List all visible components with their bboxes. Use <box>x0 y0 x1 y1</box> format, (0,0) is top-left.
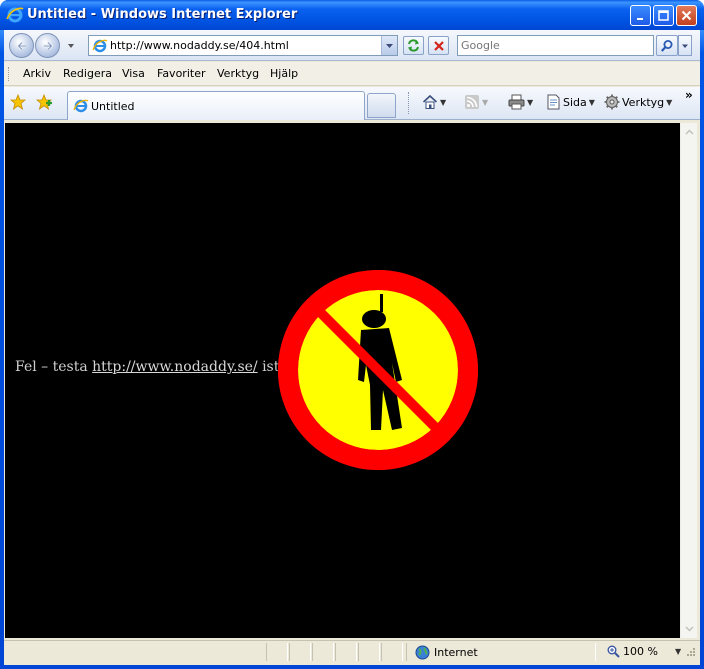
maximize-button[interactable] <box>653 5 674 26</box>
chevron-down-icon[interactable]: ▼ <box>589 98 595 107</box>
toolbar-overflow-button[interactable]: » <box>685 88 693 102</box>
page-icon <box>547 94 560 110</box>
page-menu-label: Sida <box>563 95 587 109</box>
search-input[interactable] <box>461 39 649 52</box>
zoom-level: 100 % <box>623 645 658 658</box>
chevron-down-icon[interactable]: ▼ <box>666 98 672 107</box>
chevron-down-icon <box>684 625 694 632</box>
printer-icon <box>508 94 525 110</box>
arrow-left-icon <box>16 41 26 50</box>
error-message: Fel – testa http://www.nodaddy.se/ istäl… <box>15 359 316 375</box>
menu-item-favoriter[interactable]: Favoriter <box>157 67 205 80</box>
tab-title: Untitled <box>91 100 135 113</box>
back-button[interactable] <box>9 33 34 58</box>
minimize-icon <box>637 18 643 20</box>
page-content: Fel – testa http://www.nodaddy.se/ istäl… <box>5 123 680 638</box>
arrow-right-icon <box>43 41 53 50</box>
close-button[interactable] <box>676 5 697 26</box>
resize-grip-icon[interactable] <box>684 647 696 659</box>
address-dropdown-button[interactable] <box>381 36 397 55</box>
no-hanging-sign-image <box>278 270 478 470</box>
search-icon <box>661 39 673 52</box>
browser-window: Untitled - Windows Internet Explorer htt… <box>0 0 704 669</box>
refresh-button[interactable] <box>403 36 424 55</box>
globe-icon <box>415 645 430 660</box>
home-icon <box>422 94 438 109</box>
address-field[interactable] <box>88 35 398 56</box>
menu-item-hjalp[interactable]: Hjälp <box>270 67 298 80</box>
menu-item-verktyg[interactable]: Verktyg <box>217 67 259 80</box>
status-bar: Internet 100 % ▼ <box>4 640 700 662</box>
favorites-star-icon[interactable] <box>10 94 26 110</box>
tab-command-bar: Untitled ▼ ▼ ▼ Sida ▼ Verktyg ▼ » <box>4 87 700 120</box>
chevron-down-icon[interactable]: ▼ <box>482 98 488 107</box>
chevron-down-icon <box>682 44 688 48</box>
chevron-down-icon[interactable]: ▼ <box>440 98 446 107</box>
zone-label: Internet <box>434 646 478 659</box>
chevron-down-icon[interactable]: ▼ <box>675 647 681 656</box>
stop-button[interactable] <box>428 36 449 55</box>
security-zone[interactable]: Internet <box>415 645 478 660</box>
vertical-scrollbar[interactable] <box>680 123 697 638</box>
address-input[interactable] <box>110 38 375 53</box>
new-tab-button[interactable] <box>367 93 396 118</box>
chevron-down-icon[interactable] <box>66 41 76 51</box>
tools-menu-label: Verktyg <box>622 95 665 109</box>
toolbar-grip[interactable] <box>8 67 11 81</box>
status-pane <box>266 643 288 661</box>
scroll-up-button[interactable] <box>681 123 697 140</box>
address-toolbar <box>4 30 700 61</box>
title-bar[interactable]: Untitled - Windows Internet Explorer <box>0 0 704 30</box>
menu-bar: Arkiv Redigera Visa Favoriter Verktyg Hj… <box>4 62 700 86</box>
gear-icon <box>604 94 620 110</box>
status-pane <box>312 643 334 661</box>
close-icon <box>681 10 692 21</box>
zoom-control[interactable]: 100 % ▼ <box>607 645 681 658</box>
chevron-down-icon[interactable]: ▼ <box>527 98 533 107</box>
tools-menu-button[interactable]: Verktyg ▼ <box>604 94 672 110</box>
search-options-button[interactable] <box>678 35 692 56</box>
stop-icon <box>433 40 444 51</box>
status-pane <box>381 643 403 661</box>
print-button[interactable]: ▼ <box>508 94 533 110</box>
home-button[interactable]: ▼ <box>422 94 446 110</box>
search-button[interactable] <box>656 35 678 56</box>
status-pane <box>335 643 357 661</box>
toolbar-separator <box>408 92 409 114</box>
refresh-icon <box>408 39 419 52</box>
search-field[interactable] <box>457 35 654 56</box>
chevron-down-icon <box>386 44 393 48</box>
error-text-before: Fel – testa <box>15 359 93 375</box>
ie-page-icon <box>73 99 89 113</box>
status-pane <box>358 643 380 661</box>
scroll-down-button[interactable] <box>681 620 697 637</box>
zoom-icon <box>607 645 620 658</box>
chevron-up-icon <box>684 128 694 135</box>
page-menu-button[interactable]: Sida ▼ <box>546 94 595 110</box>
window-title: Untitled - Windows Internet Explorer <box>27 7 298 22</box>
add-favorite-icon[interactable] <box>36 94 52 110</box>
menu-item-arkiv[interactable]: Arkiv <box>23 67 51 80</box>
homepage-link[interactable]: http://www.nodaddy.se/ <box>92 359 257 375</box>
menu-item-visa[interactable]: Visa <box>122 67 145 80</box>
forward-button[interactable] <box>35 33 60 58</box>
ie-logo-icon <box>6 7 24 23</box>
minimize-button[interactable] <box>630 5 651 26</box>
tab-untitled[interactable]: Untitled <box>67 91 365 120</box>
ie-page-icon <box>92 39 108 53</box>
browser-frame: Arkiv Redigera Visa Favoriter Verktyg Hj… <box>4 30 700 665</box>
menu-item-redigera[interactable]: Redigera <box>63 67 112 80</box>
rss-feed-icon <box>465 95 479 109</box>
maximize-icon <box>658 10 669 21</box>
feeds-button[interactable]: ▼ <box>464 94 488 110</box>
status-pane <box>289 643 311 661</box>
